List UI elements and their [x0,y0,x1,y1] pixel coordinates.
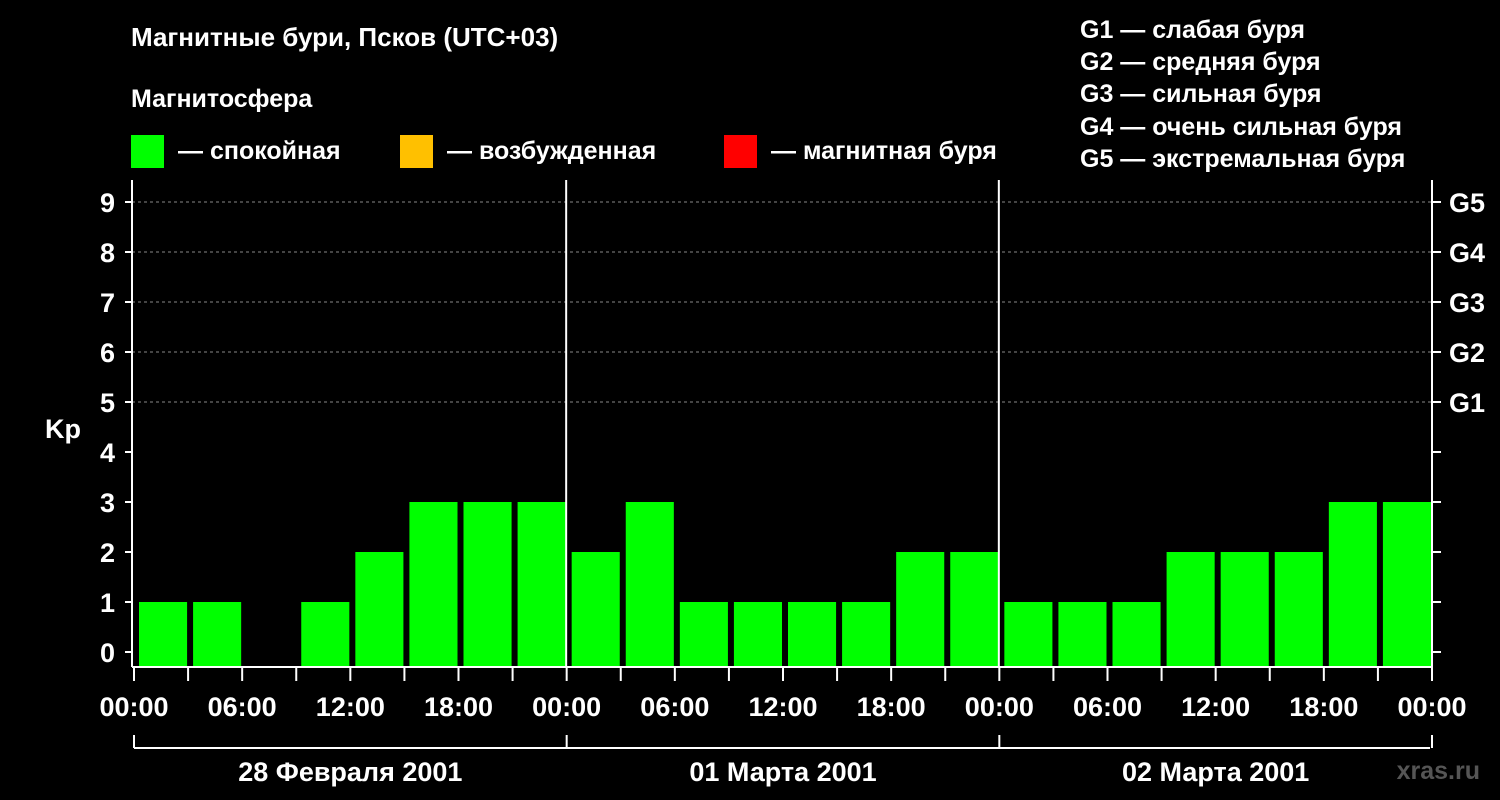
y-tick-label: 0 [100,638,115,668]
kp-bar [733,602,782,667]
kp-bar [1382,502,1431,667]
y-tick-label: 8 [100,238,115,268]
kp-bar [950,552,999,667]
kp-bar [139,602,188,667]
x-tick-label: 06:00 [1073,692,1142,722]
kp-bar [517,502,566,667]
y-axis-label: Kp [45,414,81,444]
day-label: 28 Февраля 2001 [238,757,462,787]
kp-chart: 0 1 2 3 4 5 6 7 8 9 G1 G2 G3 G4 G5 Kp 00:00 06:00 12:00 18:… [45,180,1485,787]
x-tick-label: 18:00 [424,692,493,722]
kp-bar [301,602,350,667]
watermark: xras.ru [1396,757,1480,785]
y-tick-label: 4 [100,438,115,468]
right-tick-label: G4 [1449,238,1485,268]
kp-bar [679,602,728,667]
x-tick-label: 06:00 [640,692,709,722]
x-tick-label: 12:00 [316,692,385,722]
kp-bar [571,552,620,667]
y-tick-label: 2 [100,538,115,568]
day-label: 02 Марта 2001 [1122,757,1309,787]
x-tick-label: 00:00 [1397,692,1466,722]
x-tick-label: 00:00 [99,692,168,722]
kp-bar [355,552,404,667]
right-tick-label: G5 [1449,188,1485,218]
kp-bar [1328,502,1377,667]
y-tick-label: 1 [100,588,115,618]
kp-bar [463,502,512,667]
kp-bar [625,502,674,667]
kp-bar [1220,552,1269,667]
day-label: 01 Марта 2001 [689,757,876,787]
kp-bar [1004,602,1053,667]
kp-bar [1274,552,1323,667]
x-tick-label: 00:00 [965,692,1034,722]
kp-bar [788,602,837,667]
y-tick-label: 7 [100,288,115,318]
x-tick-label: 12:00 [748,692,817,722]
kp-bar [193,602,242,667]
y-tick-label: 5 [100,388,115,418]
kp-bar [1058,602,1107,667]
kp-bar [1112,602,1161,667]
right-tick-label: G2 [1449,338,1485,368]
x-tick-label: 12:00 [1181,692,1250,722]
right-tick-label: G1 [1449,388,1485,418]
kp-bar [1166,552,1215,667]
x-tick-label: 18:00 [1289,692,1358,722]
y-tick-label: 6 [100,338,115,368]
kp-bar [896,552,945,667]
x-tick-label: 06:00 [208,692,277,722]
kp-bar [409,502,458,667]
y-tick-label: 3 [100,488,115,518]
x-tick-label: 00:00 [532,692,601,722]
right-tick-label: G3 [1449,288,1485,318]
kp-bar [842,602,891,667]
y-tick-label: 9 [100,188,115,218]
x-tick-label: 18:00 [857,692,926,722]
